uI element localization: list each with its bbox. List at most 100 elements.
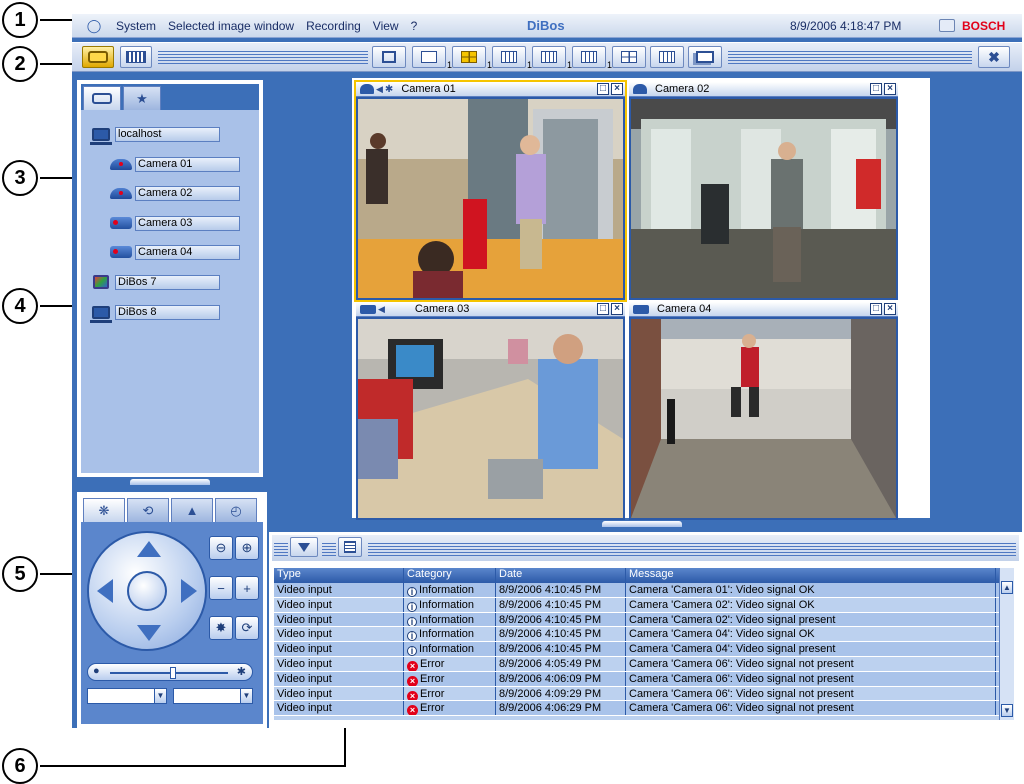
close-icon[interactable]: ×	[884, 303, 896, 315]
arrow-up-icon[interactable]	[137, 541, 161, 557]
column-header-type[interactable]: Type	[274, 568, 404, 583]
video-grid-splitter[interactable]	[602, 521, 682, 527]
log-toolbar-stripes-right	[368, 543, 1016, 556]
close-all-button[interactable]: ✖	[978, 46, 1010, 68]
log-cell-type: Video input	[274, 597, 404, 612]
menu-system[interactable]: System	[110, 19, 162, 33]
column-header-message[interactable]: Message	[626, 568, 996, 583]
focus-far-button[interactable]: +	[235, 576, 259, 600]
log-view-button[interactable]	[338, 537, 362, 557]
tab-ptz[interactable]: ❋	[83, 498, 125, 522]
video-tile-camera-01[interactable]: ◀ ✱ Camera 01 □ ×	[354, 80, 627, 302]
callout-6-line	[40, 765, 346, 767]
menu-help[interactable]: ?	[405, 19, 424, 33]
close-icon[interactable]: ×	[611, 83, 623, 95]
arrow-right-icon[interactable]	[181, 579, 197, 603]
layout-1-button[interactable]: 1	[412, 46, 452, 70]
tree-item-camera-04[interactable]: Camera 04	[107, 244, 240, 260]
menu-view[interactable]: View	[367, 19, 405, 33]
maximize-icon[interactable]: □	[597, 83, 609, 95]
layout-9-button[interactable]: 1	[492, 46, 532, 70]
log-cell-date: 8/9/2006 4:10:45 PM	[496, 612, 626, 627]
tab-preset[interactable]: ⟲	[127, 498, 169, 522]
tree-item-camera-01[interactable]: Camera 01	[107, 156, 240, 172]
ptz-select-left[interactable]: ▼	[87, 688, 167, 704]
close-icon[interactable]: ×	[884, 83, 896, 95]
info-icon: i	[407, 616, 417, 627]
log-row[interactable]: Video input × Error 8/9/2006 4:05:49 PM Came…	[274, 656, 1014, 672]
maximize-icon[interactable]: □	[870, 83, 882, 95]
log-row[interactable]: Video input i Information 8/9/2006 4:10:45 …	[274, 642, 1014, 657]
layout-dropdown-a[interactable]	[612, 46, 646, 68]
arrow-left-icon[interactable]	[97, 579, 113, 603]
auto-button[interactable]: ⟳	[235, 616, 259, 640]
log-row[interactable]: Video input × Error 8/9/2006 4:06:29 PM Came…	[274, 701, 1014, 717]
ptz-direction-pad[interactable]	[87, 531, 207, 651]
video-tile-camera-04[interactable]: Camera 04 □ ×	[629, 302, 898, 520]
column-header-category[interactable]: Category	[404, 568, 496, 583]
layout-dropdown-b[interactable]	[650, 46, 684, 68]
log-category-text: Information	[419, 643, 475, 656]
log-row[interactable]: Video input × Error 8/9/2006 4:09:29 PM Came…	[274, 686, 1014, 702]
close-icon[interactable]: ×	[611, 303, 623, 315]
dome-tab-icon: ▲	[185, 503, 199, 518]
log-cell-date: 8/9/2006 4:06:29 PM	[496, 701, 626, 716]
tree-label: Camera 02	[135, 185, 240, 201]
scroll-up-icon[interactable]: ▲	[1001, 581, 1013, 594]
video-tile-camera-02[interactable]: Camera 02 □ ×	[629, 82, 898, 300]
device-panel-splitter[interactable]	[130, 479, 210, 485]
log-scrollbar[interactable]: ▲ ▼	[999, 568, 1014, 720]
tree-item-dibos-8[interactable]: DiBos 8	[87, 304, 220, 323]
lock-icon[interactable]	[939, 19, 955, 32]
menu-recording[interactable]: Recording	[300, 19, 367, 33]
tree-item-camera-02[interactable]: Camera 02	[107, 185, 240, 201]
live-mode-button[interactable]	[82, 46, 114, 68]
layout-25-button[interactable]: 1	[572, 46, 612, 70]
tab-devices[interactable]	[83, 86, 121, 110]
cascade-button[interactable]	[688, 46, 722, 68]
ptz-select-right[interactable]: ▼	[173, 688, 253, 704]
maximize-icon[interactable]: □	[597, 303, 609, 315]
column-header-date[interactable]: Date	[496, 568, 626, 583]
tree-item-localhost[interactable]: localhost	[87, 126, 220, 145]
error-icon: ×	[407, 660, 418, 671]
video-tile-label: Camera 02	[655, 83, 710, 95]
zoom-out-button[interactable]: ⊖	[209, 536, 233, 560]
arrow-down-icon[interactable]	[137, 625, 161, 641]
scroll-down-icon[interactable]: ▼	[1001, 704, 1013, 717]
log-row[interactable]: Video input i Information 8/9/2006 4:10:45 …	[274, 583, 1014, 598]
tree-item-dibos-7[interactable]: DiBos 7	[87, 274, 220, 290]
tab-favorites[interactable]: ★	[123, 86, 161, 110]
ptz-home-button[interactable]	[127, 571, 167, 611]
tree-item-camera-03[interactable]: Camera 03	[107, 215, 240, 231]
ptz-speed-slider[interactable]: ● ✱	[87, 663, 253, 681]
video-tile-camera-03[interactable]: ◀ Camera 03 □ ×	[356, 302, 625, 520]
iris-button[interactable]: ✸	[209, 616, 233, 640]
log-row[interactable]: Video input i Information 8/9/2006 4:10:45 …	[274, 627, 1014, 643]
fullscreen-button[interactable]	[372, 46, 406, 68]
log-filter-button[interactable]	[290, 537, 318, 557]
info-icon: i	[407, 587, 417, 597]
camera-01-scene	[358, 99, 623, 298]
log-row[interactable]: Video input × Error 8/9/2006 4:06:09 PM Came…	[274, 671, 1014, 687]
log-row[interactable]: Video input i Information 8/9/2006 4:10:45 …	[274, 597, 1014, 613]
tab-dome[interactable]: ▲	[171, 498, 213, 522]
list-view-icon	[344, 541, 356, 553]
video-tile-label: Camera 01	[401, 83, 456, 95]
layout-4-button[interactable]: 1	[452, 46, 492, 70]
playback-mode-button[interactable]	[120, 46, 152, 68]
focus-near-button[interactable]: −	[209, 576, 233, 600]
zoom-in-button[interactable]: ⊕	[235, 536, 259, 560]
log-cell-type: Video input	[274, 671, 404, 686]
box-camera-icon	[107, 215, 135, 231]
box-camera-icon	[633, 304, 649, 314]
log-row[interactable]: Video input i Information 8/9/2006 4:10:45 …	[274, 612, 1014, 628]
layout-16-button[interactable]: 1	[532, 46, 572, 70]
tree-label: localhost	[115, 126, 220, 142]
tab-schedule[interactable]: ◴	[215, 498, 257, 522]
slider-thumb[interactable]	[170, 667, 176, 679]
log-cell-category: i Information	[404, 612, 496, 627]
camera-tab-icon	[92, 93, 112, 104]
menu-selected-image-window[interactable]: Selected image window	[162, 19, 300, 33]
maximize-icon[interactable]: □	[870, 303, 882, 315]
